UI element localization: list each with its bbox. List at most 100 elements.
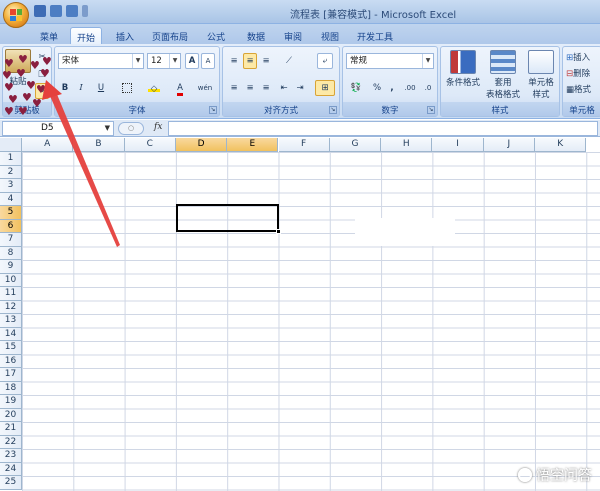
row-header-5[interactable]: 5 [0,206,22,220]
row-header-7[interactable]: 7 [0,233,22,247]
styles-group-label: 样式 [441,102,559,116]
insert-cells-button[interactable]: ⊞插入 [565,50,600,66]
bold-button[interactable]: B [58,80,72,96]
phonetic-button[interactable]: wén [195,80,215,96]
row-header-2[interactable]: 2 [0,165,22,179]
row-header-18[interactable]: 18 [0,381,22,395]
font-name-select[interactable]: 宋体 ▼ [58,53,144,69]
tab-data[interactable]: 数据 [240,27,272,44]
title-bar: 流程表 [兼容模式] - Microsoft Excel [0,0,600,24]
align-right-icon[interactable]: ≡ [259,80,273,96]
font-dialog-launcher[interactable]: ↘ [209,106,217,114]
column-header-a[interactable]: A [22,138,74,152]
row-header-25[interactable]: 25 [0,476,22,490]
grow-font-button[interactable]: A [185,53,199,69]
redo-icon[interactable] [66,5,78,17]
select-all-corner[interactable] [0,138,22,152]
format-as-table-button[interactable]: 套用 表格格式 [483,50,523,100]
cell-styles-button[interactable]: 单元格 样式 [523,50,559,100]
row-header-4[interactable]: 4 [0,192,22,206]
align-top-icon[interactable]: ≡ [227,53,241,69]
percent-button[interactable]: % [370,80,384,96]
heart-stickers: ♥ ♥ ♥ ♥ ♥ ♥ ♥ ♥ ♥ ♥ ♥ ♥ ♥ ♥ ♥ [0,54,60,120]
row-header-1[interactable]: 1 [0,152,22,166]
column-header-h[interactable]: H [381,138,433,152]
row-header-22[interactable]: 22 [0,435,22,449]
merge-center-icon[interactable]: ⊞ [315,80,335,96]
column-header-g[interactable]: G [329,138,382,152]
number-format-select[interactable]: 常规 ▼ [346,53,434,69]
underline-button[interactable]: U [91,80,111,96]
fill-handle[interactable] [276,229,281,234]
column-header-j[interactable]: J [483,138,535,152]
undo-icon[interactable] [50,5,62,17]
wrap-text-icon[interactable]: ⤶ [317,53,333,69]
office-button[interactable] [3,2,29,28]
row-header-20[interactable]: 20 [0,408,22,422]
cell-area[interactable] [22,152,600,491]
column-header-f[interactable]: F [278,138,330,152]
tab-menu[interactable]: 菜单 [34,27,64,44]
save-icon[interactable] [34,5,46,17]
tab-home[interactable]: 开始 [70,27,102,44]
name-box[interactable]: D5 ▼ [2,121,114,136]
number-dialog-launcher[interactable]: ↘ [427,106,435,114]
column-header-c[interactable]: C [124,138,176,152]
font-size-select[interactable]: 12 ▼ [147,53,181,69]
insert-function-button[interactable]: fx [154,122,162,132]
row-header-16[interactable]: 16 [0,354,22,368]
tab-developer[interactable]: 开发工具 [352,27,398,44]
accounting-format-icon[interactable]: 💱 [346,80,366,96]
row-header-24[interactable]: 24 [0,462,22,476]
borders-button[interactable] [117,80,137,96]
tab-formulas[interactable]: 公式 [200,27,232,44]
customize-qat-icon[interactable] [82,5,88,17]
font-color-button[interactable]: A [169,80,191,96]
conditional-formatting-button[interactable]: 条件格式 [443,50,483,88]
decrease-indent-icon[interactable]: ⇤ [277,80,291,96]
row-header-12[interactable]: 12 [0,300,22,314]
formula-expand-icon[interactable]: ○ [118,122,144,135]
tab-page-layout[interactable]: 页面布局 [148,27,192,44]
column-header-e[interactable]: E [227,138,279,152]
increase-decimal-button[interactable]: .00 [402,80,418,96]
column-header-d[interactable]: D [175,138,228,152]
italic-button[interactable]: I [74,80,88,96]
tab-insert[interactable]: 插入 [110,27,140,44]
align-center-icon[interactable]: ≡ [243,80,257,96]
column-header-i[interactable]: I [432,138,484,152]
orientation-icon[interactable]: ⟋ [279,53,299,69]
formula-bar: D5 ▼ ○ fx [0,120,600,137]
tab-review[interactable]: 审阅 [278,27,308,44]
row-header-9[interactable]: 9 [0,260,22,274]
row-header-14[interactable]: 14 [0,327,22,341]
align-bottom-icon[interactable]: ≡ [259,53,273,69]
row-header-15[interactable]: 15 [0,341,22,355]
delete-cells-button[interactable]: ⊟删除 [565,66,600,82]
align-middle-icon[interactable]: ≡ [243,53,257,69]
column-header-b[interactable]: B [73,138,125,152]
row-header-21[interactable]: 21 [0,422,22,436]
shrink-font-button[interactable]: A [201,53,215,69]
row-header-3[interactable]: 3 [0,179,22,193]
row-header-13[interactable]: 13 [0,314,22,328]
row-header-8[interactable]: 8 [0,246,22,260]
row-header-23[interactable]: 23 [0,449,22,463]
align-left-icon[interactable]: ≡ [227,80,241,96]
row-header-17[interactable]: 17 [0,368,22,382]
comma-button[interactable]: , [386,80,398,96]
row-header-6[interactable]: 6 [0,219,22,233]
increase-indent-icon[interactable]: ⇥ [293,80,307,96]
formula-input[interactable] [168,121,598,136]
row-header-11[interactable]: 11 [0,287,22,301]
format-cells-button[interactable]: ▦格式 [565,82,600,98]
decrease-decimal-icon[interactable]: .0 [420,80,436,96]
row-header-10[interactable]: 10 [0,273,22,287]
insert-cells-label: 插入 [573,53,591,63]
column-header-k[interactable]: K [535,138,587,152]
tab-view[interactable]: 视图 [314,27,346,44]
alignment-dialog-launcher[interactable]: ↘ [329,106,337,114]
selected-range[interactable] [176,204,281,234]
fill-color-button[interactable]: ◇ [143,80,165,96]
row-header-19[interactable]: 19 [0,395,22,409]
